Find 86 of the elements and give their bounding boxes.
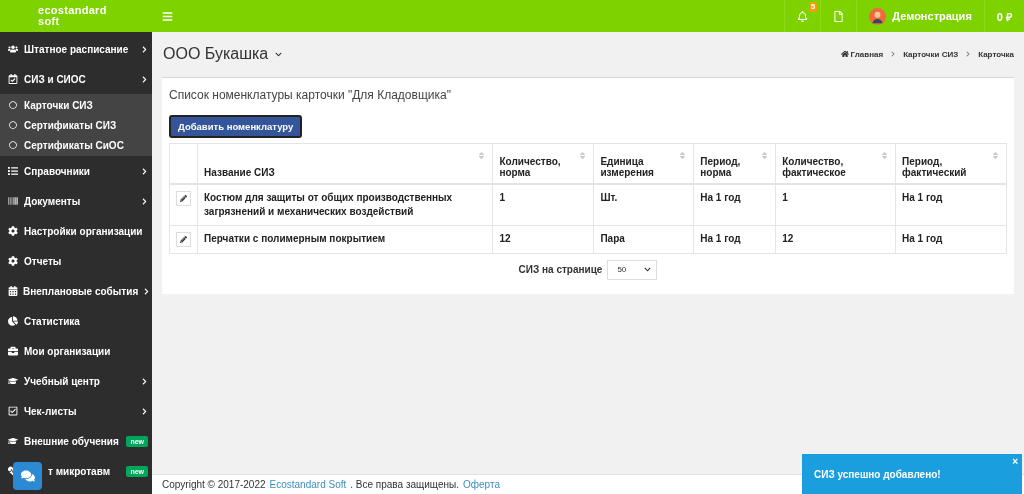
caret-icon	[644, 266, 652, 273]
rights-text: . Все права защищены.	[350, 479, 460, 490]
copyright-text: Copyright © 2017-2022	[162, 479, 266, 490]
sort-icon[interactable]	[678, 151, 688, 160]
pencil-icon	[180, 194, 187, 202]
sidebar-item[interactable]: Статистика	[0, 306, 152, 336]
column-header[interactable]: Единица измерения	[593, 143, 694, 184]
sidebar-item[interactable]: СИЗ и СИОС	[0, 64, 152, 94]
sidebar-item[interactable]: Отчеты	[0, 246, 152, 276]
sidebar-item[interactable]: Внеплановые события	[0, 276, 152, 306]
sidebar-item[interactable]: Справочники	[0, 156, 152, 186]
sidebar-item[interactable]: Учебный центр	[0, 366, 152, 396]
table-cell: Костюм для защиты от общих производственных загрязнений и механических воздействий	[197, 183, 493, 225]
pie-chart-icon	[8, 316, 18, 326]
add-button[interactable]: Добавить номенклатуру	[169, 115, 303, 138]
chat-icon	[20, 469, 35, 483]
sidebar-item[interactable]: Мои организации	[0, 336, 152, 366]
page-title: ООО Букашка	[163, 45, 269, 63]
gear-icon	[8, 226, 18, 236]
sort-icon[interactable]	[578, 151, 588, 160]
submenu-item[interactable]: Сертификаты СиОС	[0, 135, 152, 155]
document-icon[interactable]	[833, 10, 845, 22]
caret-icon[interactable]	[275, 50, 283, 58]
page-size-select[interactable]: 50	[607, 259, 658, 280]
table-cell: Шт.	[593, 183, 694, 225]
table-cell: На 1 год	[895, 225, 1007, 253]
chevron-icon	[143, 287, 151, 295]
edit-button[interactable]	[176, 231, 191, 247]
offer-link[interactable]: Оферта	[463, 479, 500, 490]
sidebar-item[interactable]: Настройки организации	[0, 216, 152, 246]
sidebar-item[interactable]: Документы	[0, 186, 152, 216]
card-title: Список номенклатуры карточки "Для Кладовщика"	[169, 88, 452, 102]
column-header[interactable]: Название СИЗ	[197, 143, 493, 184]
edit-button[interactable]	[176, 190, 191, 206]
table-cell: 1	[775, 183, 896, 225]
checkbox-icon	[8, 406, 18, 416]
calendar-icon	[8, 286, 18, 296]
sort-icon[interactable]	[880, 151, 890, 160]
chevron-icon	[141, 75, 148, 83]
chevron-icon	[141, 167, 148, 175]
table-cell: Пара	[593, 225, 694, 253]
sidebar-item[interactable]: Штатное расписание	[0, 34, 152, 64]
table-cell: Перчатки с полимерным покрытием	[197, 225, 493, 253]
avatar-icon	[869, 7, 887, 25]
menu-icon[interactable]	[162, 10, 173, 22]
list-icon	[8, 166, 18, 176]
sort-icon[interactable]	[991, 151, 1000, 160]
table-cell: На 1 год	[693, 225, 776, 253]
breadcrumb-link[interactable]: Карточки СИЗ	[903, 49, 959, 59]
column-header[interactable]: Количество, фактическое	[775, 143, 896, 184]
gear-icon	[8, 256, 18, 266]
users-icon	[8, 44, 18, 54]
chat-button[interactable]	[13, 462, 42, 490]
submenu-item[interactable]: Карточки СИЗ	[0, 95, 152, 115]
column-header[interactable]: Количество, норма	[492, 143, 594, 184]
table-cell: На 1 год	[693, 183, 776, 225]
company-link[interactable]: Ecostandard Soft	[269, 479, 347, 490]
home-icon	[840, 50, 849, 58]
chevron-icon	[890, 51, 897, 57]
graduation-cap-icon	[8, 436, 18, 446]
page-size-label: СИЗ на странице	[518, 264, 603, 275]
table-cell: 1	[492, 183, 594, 225]
chevron-icon	[141, 45, 148, 53]
pencil-icon	[180, 235, 187, 243]
column-header[interactable]: Период, фактический	[895, 143, 1007, 184]
table-cell: На 1 год	[895, 183, 1007, 225]
chevron-icon	[141, 197, 148, 205]
sort-icon[interactable]	[760, 151, 770, 160]
notification-badge: 5	[808, 2, 818, 12]
briefcase-icon	[8, 346, 18, 356]
graduation-cap-icon	[8, 376, 18, 386]
chevron-icon	[141, 407, 148, 415]
table-cell: 12	[775, 225, 896, 253]
table-cell: 12	[492, 225, 594, 253]
sort-icon[interactable]	[477, 151, 487, 160]
column-header[interactable]: Период, норма	[693, 143, 776, 184]
submenu-item[interactable]: Сертификаты СИЗ	[0, 115, 152, 135]
calendar-check-icon	[8, 74, 18, 84]
bell-icon[interactable]	[797, 10, 809, 22]
chevron-icon	[141, 377, 148, 385]
toast-message: СИЗ успешно добавлено!	[814, 468, 941, 480]
logo-text: soft	[38, 16, 61, 27]
logo-text: ecostandard	[38, 5, 108, 16]
breadcrumb-link[interactable]: Главная	[850, 49, 884, 59]
chevron-icon	[965, 51, 972, 57]
sidebar-item[interactable]: Чек-листы	[0, 396, 152, 426]
